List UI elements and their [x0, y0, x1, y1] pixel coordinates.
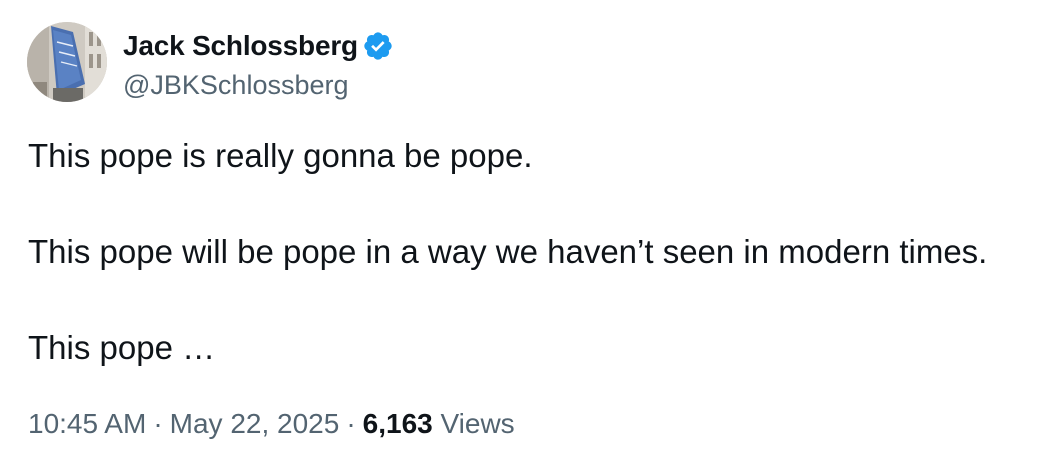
profile-photo-icon: [27, 22, 107, 102]
separator-dot: ·: [346, 408, 356, 439]
views-count: 6,163: [362, 408, 433, 439]
tweet-line-3: This pope …: [28, 329, 216, 366]
line-break: [28, 180, 1038, 228]
tweet-header: Jack Schlossberg @JBKSchlossberg: [27, 22, 394, 102]
display-name[interactable]: Jack Schlossberg: [123, 28, 358, 64]
name-row: Jack Schlossberg: [123, 28, 394, 64]
tweet-time[interactable]: 10:45 AM: [28, 408, 146, 439]
tweet-card: Jack Schlossberg @JBKSchlossberg This po…: [0, 0, 1054, 462]
tweet-date[interactable]: May 22, 2025: [170, 408, 340, 439]
tweet-line-1: This pope is really gonna be pope.: [28, 137, 533, 174]
views-label: Views: [440, 408, 515, 439]
separator-dot: ·: [153, 408, 163, 439]
verified-badge-icon[interactable]: [362, 30, 394, 62]
author-names: Jack Schlossberg @JBKSchlossberg: [123, 22, 394, 102]
tweet-text: This pope is really gonna be pope. This …: [28, 132, 1038, 372]
avatar[interactable]: [27, 22, 107, 102]
author-handle[interactable]: @JBKSchlossberg: [123, 68, 394, 102]
line-break: [28, 276, 1038, 324]
tweet-line-2: This pope will be pope in a way we haven…: [28, 233, 988, 270]
tweet-meta: 10:45 AM · May 22, 2025 · 6,163 Views: [28, 402, 515, 446]
